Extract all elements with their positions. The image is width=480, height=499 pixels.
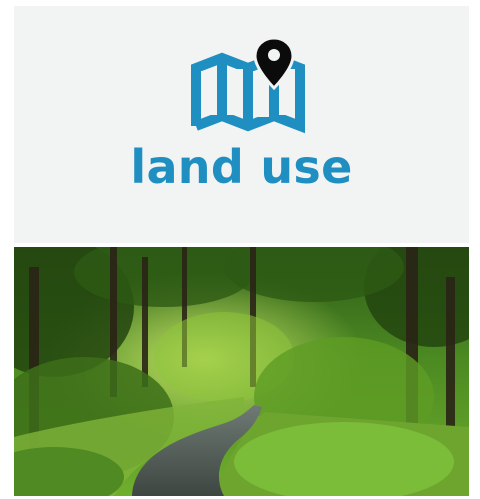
- tile-header: land use: [14, 6, 469, 243]
- land-use-tile[interactable]: land use: [14, 6, 469, 496]
- tile-title: land use: [130, 140, 353, 194]
- forest-path-photo: [14, 247, 469, 496]
- map-with-pin-icon: [191, 36, 305, 134]
